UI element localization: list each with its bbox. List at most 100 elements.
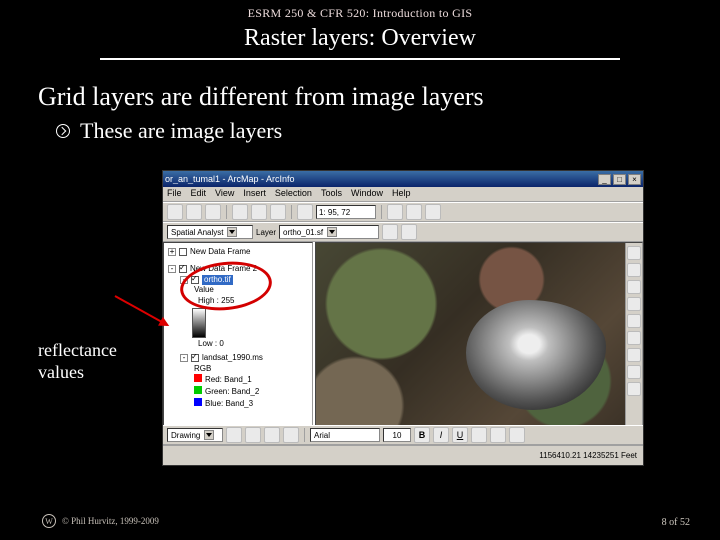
menu-file[interactable]: File xyxy=(167,188,182,200)
cut-icon[interactable] xyxy=(232,204,248,220)
map-canvas[interactable] xyxy=(315,242,643,447)
text-icon[interactable] xyxy=(283,427,299,443)
menu-view[interactable]: View xyxy=(215,188,234,200)
print-icon[interactable] xyxy=(205,204,221,220)
catalog-icon[interactable] xyxy=(406,204,422,220)
maximize-button[interactable]: □ xyxy=(613,174,626,185)
paste-icon[interactable] xyxy=(270,204,286,220)
drawing-toolbar: Drawing Arial 10 B I U xyxy=(163,425,643,445)
font-color-icon[interactable] xyxy=(471,427,487,443)
measure-icon[interactable] xyxy=(627,365,641,379)
coordinates-readout: 1156410.21 14235251 Feet xyxy=(539,451,637,460)
line-color-icon[interactable] xyxy=(509,427,525,443)
titlebar[interactable]: or_an_tumal1 - ArcMap - ArcInfo _ □ × xyxy=(163,171,643,187)
font-select[interactable]: Arial xyxy=(310,428,380,442)
red-swatch-icon xyxy=(194,374,202,382)
histogram-icon[interactable] xyxy=(382,224,398,240)
footer-left: W © Phil Hurvitz, 1999-2009 xyxy=(42,514,159,528)
close-button[interactable]: × xyxy=(628,174,641,185)
menu-tools[interactable]: Tools xyxy=(321,188,342,200)
band-green: Green: Band_2 xyxy=(194,386,308,398)
identify-icon[interactable] xyxy=(627,331,641,345)
page-number: 8 of 52 xyxy=(662,517,690,528)
font-size-input[interactable]: 10 xyxy=(383,428,411,442)
grayscale-ramp-icon xyxy=(192,308,206,338)
rgb-label: RGB xyxy=(194,364,308,375)
window-title: or_an_tumal1 - ArcMap - ArcInfo xyxy=(165,174,596,184)
separator-icon xyxy=(304,428,305,442)
data-frame-1[interactable]: + New Data Frame xyxy=(168,247,308,258)
layer-ortho[interactable]: - ortho.tif xyxy=(180,275,308,286)
zoom-out-icon[interactable] xyxy=(627,263,641,277)
collapse-icon[interactable]: - xyxy=(180,276,188,284)
data-frame-2[interactable]: - New Data Frame 2 xyxy=(168,264,308,275)
slide-title: Raster layers: Overview xyxy=(100,21,620,60)
drawing-label: Drawing xyxy=(171,431,200,440)
rotate-icon[interactable] xyxy=(245,427,261,443)
layer-name: ortho.tif xyxy=(202,275,233,286)
separator-icon xyxy=(226,205,227,219)
data-frame-label: New Data Frame xyxy=(190,247,250,258)
zoom-in-icon[interactable] xyxy=(627,246,641,260)
copy-icon[interactable] xyxy=(251,204,267,220)
bold-button[interactable]: B xyxy=(414,427,430,443)
layer-dropdown[interactable]: ortho_01.sf xyxy=(279,225,379,239)
menubar[interactable]: File Edit View Insert Selection Tools Wi… xyxy=(163,187,643,202)
copyright: © Phil Hurvitz, 1999-2009 xyxy=(62,516,159,526)
spatial-analyst-menu[interactable]: Spatial Analyst xyxy=(167,225,253,239)
bullet-row: These are image layers xyxy=(0,118,720,144)
expand-icon[interactable]: + xyxy=(168,248,176,256)
add-data-icon[interactable] xyxy=(297,204,313,220)
menu-window[interactable]: Window xyxy=(351,188,383,200)
annotation-arrow xyxy=(115,295,168,326)
open-icon[interactable] xyxy=(167,204,183,220)
contour-icon[interactable] xyxy=(401,224,417,240)
spatial-analyst-toolbar: Spatial Analyst Layer ortho_01.sf xyxy=(163,222,643,242)
separator-icon xyxy=(291,205,292,219)
tools-toolbar xyxy=(625,243,642,430)
pan-icon[interactable] xyxy=(627,280,641,294)
minimize-button[interactable]: _ xyxy=(598,174,611,185)
chevron-down-icon[interactable] xyxy=(327,227,337,237)
separator-icon xyxy=(381,205,382,219)
checkbox[interactable] xyxy=(191,354,199,362)
select-icon[interactable] xyxy=(627,314,641,328)
bullet-text: These are image layers xyxy=(80,118,282,144)
scale-input[interactable]: 1: 95, 72 xyxy=(316,205,376,219)
drawing-menu[interactable]: Drawing xyxy=(167,428,223,442)
collapse-icon[interactable]: - xyxy=(168,265,176,273)
help-icon[interactable] xyxy=(425,204,441,220)
toolbox-icon[interactable] xyxy=(387,204,403,220)
menu-help[interactable]: Help xyxy=(392,188,411,200)
chevron-down-icon[interactable] xyxy=(227,227,237,237)
rectangle-icon[interactable] xyxy=(264,427,280,443)
full-extent-icon[interactable] xyxy=(627,297,641,311)
main-area: + New Data Frame - New Data Frame 2 - or… xyxy=(163,242,643,447)
data-frame-label: New Data Frame 2 xyxy=(190,264,257,275)
checkbox[interactable] xyxy=(179,248,187,256)
blue-swatch-icon xyxy=(194,398,202,406)
green-swatch-icon xyxy=(194,386,202,394)
pointer-icon[interactable] xyxy=(627,382,641,396)
underline-button[interactable]: U xyxy=(452,427,468,443)
arcmap-window: or_an_tumal1 - ArcMap - ArcInfo _ □ × Fi… xyxy=(162,170,644,466)
save-icon[interactable] xyxy=(186,204,202,220)
checkbox[interactable] xyxy=(179,265,187,273)
italic-button[interactable]: I xyxy=(433,427,449,443)
menu-edit[interactable]: Edit xyxy=(191,188,207,200)
select-element-icon[interactable] xyxy=(226,427,242,443)
fill-color-icon[interactable] xyxy=(490,427,506,443)
analyst-label: Spatial Analyst xyxy=(171,228,223,237)
menu-selection[interactable]: Selection xyxy=(275,188,312,200)
table-of-contents[interactable]: + New Data Frame - New Data Frame 2 - or… xyxy=(163,242,313,447)
menu-insert[interactable]: Insert xyxy=(243,188,266,200)
course-code: ESRM 250 & CFR 520: Introduction to GIS xyxy=(0,0,720,21)
checkbox[interactable] xyxy=(191,276,199,284)
layer-landsat[interactable]: - landsat_1990.ms xyxy=(180,353,308,364)
chevron-down-icon[interactable] xyxy=(204,430,214,440)
statusbar: 1156410.21 14235251 Feet xyxy=(163,445,643,465)
collapse-icon[interactable]: - xyxy=(180,354,188,362)
bullet-arrow-icon xyxy=(56,124,70,138)
legend-high: High : 255 xyxy=(198,296,308,307)
find-icon[interactable] xyxy=(627,348,641,362)
